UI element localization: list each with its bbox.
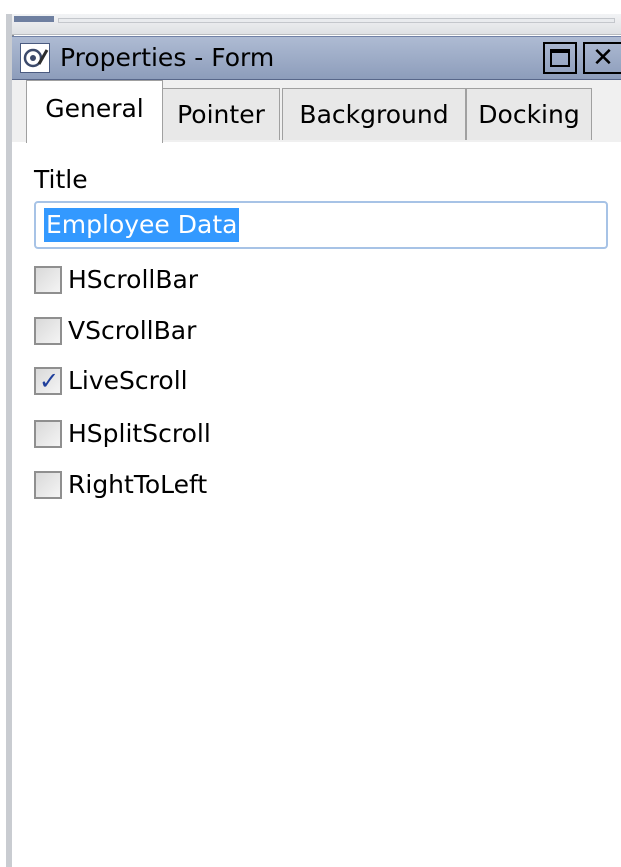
- livescroll-label: LiveScroll: [68, 366, 188, 395]
- title-input[interactable]: Employee Data: [34, 201, 608, 249]
- properties-icon: [20, 43, 50, 73]
- title-input-value: Employee Data: [44, 208, 240, 242]
- hsplitscroll-label: HSplitScroll: [68, 419, 211, 448]
- title-bar[interactable]: Properties - Form ✕: [12, 36, 621, 80]
- close-button[interactable]: ✕: [583, 42, 621, 74]
- hsplitscroll-checkbox[interactable]: [34, 420, 62, 448]
- tab-general[interactable]: General: [26, 80, 163, 143]
- option-vscrollbar[interactable]: VScrollBar: [34, 313, 196, 349]
- righttoleft-label: RightToLeft: [68, 470, 208, 499]
- option-hscrollbar[interactable]: HScrollBar: [34, 262, 198, 298]
- maximize-icon: [550, 49, 570, 67]
- gear-pencil-icon: [23, 48, 49, 68]
- righttoleft-checkbox[interactable]: [34, 471, 62, 499]
- hscrollbar-label: HScrollBar: [68, 265, 199, 294]
- panel-drag-strip[interactable]: [12, 14, 621, 35]
- drag-bar: [58, 18, 615, 23]
- hscrollbar-checkbox[interactable]: [34, 266, 62, 294]
- option-livescroll[interactable]: LiveScroll: [34, 363, 188, 399]
- close-icon: ✕: [592, 43, 614, 73]
- tab-strip: General Pointer Background Docking: [12, 80, 621, 143]
- drag-grip-icon: [14, 16, 54, 22]
- title-field-label: Title: [34, 165, 88, 194]
- tab-docking[interactable]: Docking: [466, 88, 592, 140]
- window-title: Properties - Form: [60, 43, 275, 72]
- maximize-button[interactable]: [543, 42, 577, 74]
- livescroll-checkbox[interactable]: [34, 367, 62, 395]
- properties-window: Properties - Form ✕ General Pointer Back…: [0, 0, 621, 867]
- vscrollbar-label: VScrollBar: [68, 316, 197, 345]
- general-tab-panel: Title Employee Data HScrollBar VScrollBa…: [12, 142, 621, 867]
- tab-pointer[interactable]: Pointer: [162, 88, 280, 140]
- option-hsplitscroll[interactable]: HSplitScroll: [34, 416, 211, 452]
- option-righttoleft[interactable]: RightToLeft: [34, 467, 207, 503]
- vscrollbar-checkbox[interactable]: [34, 317, 62, 345]
- tab-background[interactable]: Background: [282, 88, 466, 140]
